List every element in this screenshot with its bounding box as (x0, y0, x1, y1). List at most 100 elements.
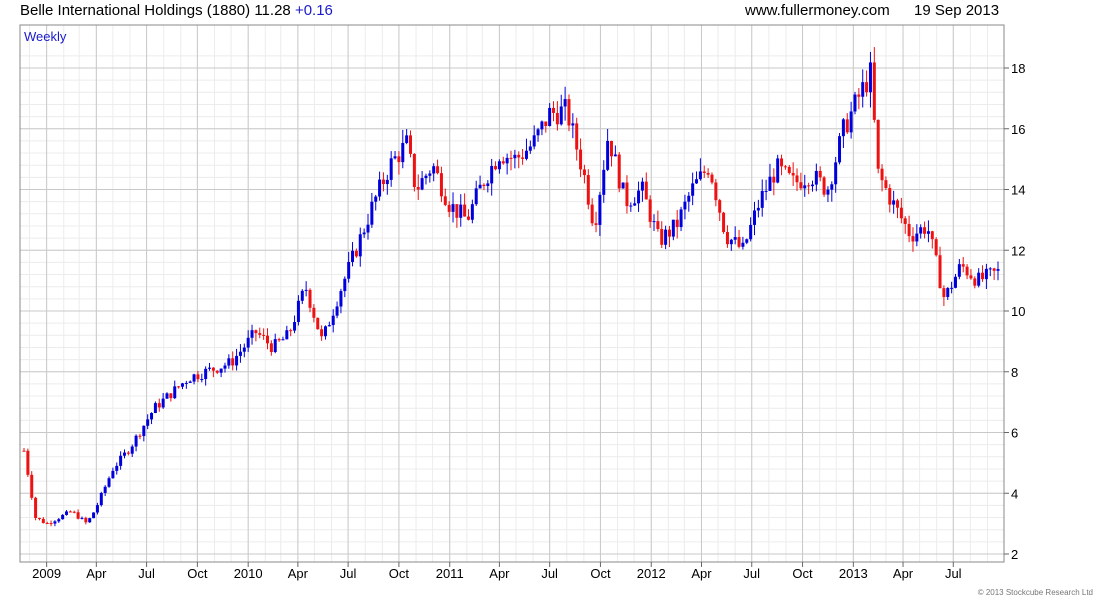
candle-up (246, 337, 250, 348)
candle-up (598, 194, 602, 225)
candle-down (888, 188, 892, 205)
y-tick-label: 10 (1011, 304, 1025, 319)
candle-up (671, 219, 675, 237)
candle-down (316, 317, 320, 330)
candle-up (385, 179, 389, 185)
candle-down (872, 62, 876, 120)
candle-up (988, 268, 992, 270)
candle-up (227, 358, 231, 366)
candle-up (637, 190, 641, 204)
candle-down (41, 518, 45, 524)
candle-up (474, 188, 478, 205)
candle-up (300, 290, 304, 301)
candle-down (409, 135, 413, 154)
x-tick-label: Apr (288, 566, 309, 581)
candle-up (88, 518, 92, 523)
candle-down (277, 339, 281, 341)
candle-down (780, 158, 784, 167)
candle-up (107, 478, 111, 487)
period-label: Weekly (24, 29, 67, 44)
candle-up (810, 184, 814, 187)
candle-down (579, 149, 583, 170)
candle-up (378, 179, 382, 197)
candle-up (838, 136, 842, 163)
x-tick-label: Apr (86, 566, 107, 581)
candle-up (532, 135, 536, 147)
candle-up (122, 452, 126, 456)
x-tick-label: Jul (743, 566, 760, 581)
candle-up (749, 224, 753, 240)
candle-down (138, 435, 142, 437)
candle-down (436, 166, 440, 174)
candle-up (250, 330, 254, 338)
candle-down (320, 329, 324, 337)
candle-down (494, 166, 498, 170)
y-tick-label: 16 (1011, 122, 1025, 137)
candle-up (486, 183, 490, 187)
candle-down (822, 177, 826, 195)
candle-up (115, 465, 119, 471)
candle-up (528, 146, 532, 151)
candle-down (934, 239, 938, 256)
candle-up (242, 347, 246, 352)
candle-up (459, 204, 463, 218)
candle-up (683, 201, 687, 210)
candle-down (617, 154, 621, 189)
candle-down (177, 386, 181, 388)
candle-up (540, 121, 544, 130)
candle-up (374, 196, 378, 202)
candle-down (896, 200, 900, 208)
y-tick-label: 14 (1011, 183, 1025, 198)
candle-down (884, 180, 888, 189)
candle-down (37, 517, 41, 519)
candle-up (957, 264, 961, 277)
candle-up (424, 175, 428, 179)
candle-down (722, 212, 726, 233)
candle-down (555, 112, 559, 125)
candle-up (826, 189, 830, 195)
candle-down (783, 166, 787, 168)
candle-up (741, 242, 745, 247)
candle-down (710, 174, 714, 183)
candle-up (497, 161, 501, 170)
candle-up (664, 229, 668, 245)
candle-down (215, 370, 219, 373)
candle-down (981, 272, 985, 280)
candle-up (892, 200, 896, 205)
candle-down (609, 140, 613, 157)
candle-down (965, 266, 969, 276)
candle-down (876, 119, 880, 169)
candle-down (787, 166, 791, 173)
candle-up (219, 368, 223, 373)
candle-up (393, 156, 397, 159)
x-tick-label: Apr (691, 566, 712, 581)
candle-up (99, 492, 103, 506)
y-tick-label: 2 (1011, 547, 1018, 562)
candle-up (977, 272, 981, 286)
candle-down (22, 450, 26, 452)
candle-down (412, 153, 416, 188)
candle-down (807, 185, 811, 187)
candle-up (849, 111, 853, 133)
x-tick-label: Oct (792, 566, 813, 581)
price-chart: 2 4 6 8 10 12 14 16 18 2009 Apr Jul Oct 2010 Apr Jul Oc… (19, 24, 1093, 597)
candle-up (926, 231, 930, 234)
candle-up (698, 171, 702, 180)
candle-up (65, 511, 69, 515)
candle-down (196, 374, 200, 380)
candle-down (30, 474, 34, 498)
candle-up (188, 381, 192, 383)
candle-up (764, 190, 768, 192)
candle-up (834, 162, 838, 185)
candle-up (184, 382, 188, 384)
candle-down (923, 227, 927, 234)
candle-down (84, 517, 88, 523)
candle-up (293, 322, 297, 331)
candle-down (586, 175, 590, 205)
candle-down (942, 288, 946, 297)
candle-down (34, 497, 38, 518)
candle-up (640, 181, 644, 191)
y-axis: 2 4 6 8 10 12 14 16 18 (1004, 61, 1025, 562)
candle-up (606, 140, 610, 170)
candle-up (602, 169, 606, 195)
